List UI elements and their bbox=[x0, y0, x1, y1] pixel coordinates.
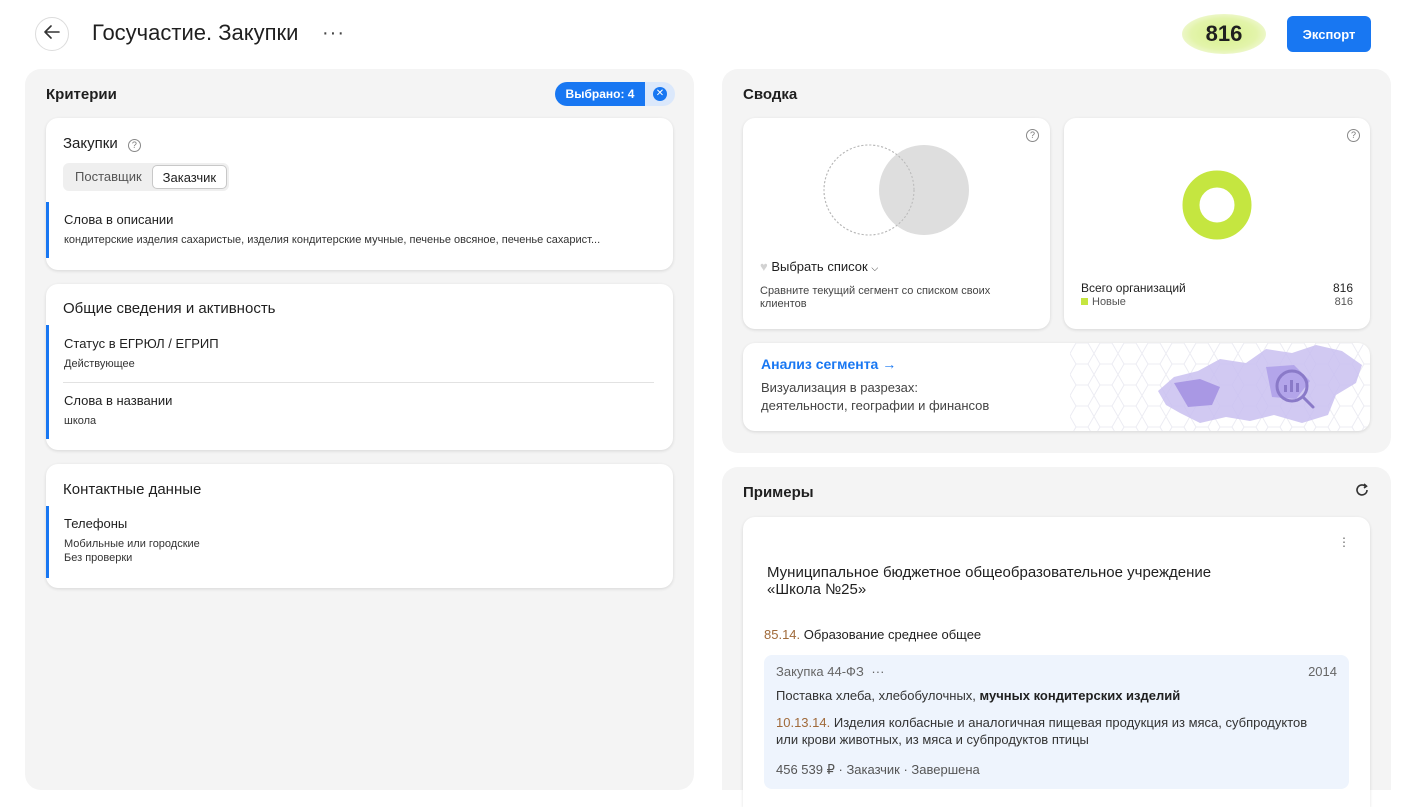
criterion-title: Слова в названии bbox=[64, 393, 173, 408]
criterion-value: Действующее bbox=[64, 358, 135, 370]
select-list-dropdown[interactable]: ♥ Выбрать список ⌵ bbox=[760, 259, 878, 274]
criterion-title: Слова в описании bbox=[64, 212, 174, 227]
card-menu-icon[interactable]: ⋮ bbox=[1338, 535, 1350, 549]
example-org-card[interactable]: ⋮ Муниципальное бюджетное общеобразовате… bbox=[743, 517, 1370, 807]
refresh-icon[interactable] bbox=[1355, 483, 1371, 499]
help-icon[interactable]: ? bbox=[1347, 129, 1360, 142]
criteria-title: Критерии bbox=[46, 86, 117, 103]
general-card-title: Общие сведения и активность bbox=[63, 300, 276, 317]
criterion-value: Мобильные или городские bbox=[64, 538, 200, 550]
clear-selection-button[interactable]: ✕ bbox=[645, 82, 675, 106]
role-segmented-control: Поставщик Заказчик bbox=[63, 163, 230, 191]
total-orgs-value: 816 bbox=[1332, 281, 1353, 295]
segment-analysis-card[interactable]: Анализ сегмента → Визуализация в разреза… bbox=[743, 343, 1370, 431]
tab-customer[interactable]: Заказчик bbox=[151, 165, 228, 189]
page-title: Госучастие. Закупки bbox=[92, 20, 299, 45]
chevron-down-icon: ⌵ bbox=[871, 263, 879, 273]
criterion-phones[interactable]: Телефоны Мобильные или городские Без про… bbox=[46, 506, 656, 578]
new-orgs-value: 816 bbox=[1334, 296, 1353, 308]
criterion-egrul-status[interactable]: Статус в ЕГРЮЛ / ЕГРИП Действующее bbox=[46, 325, 656, 383]
organizations-card: ? Всего организаций 816 Новые 816 bbox=[1064, 118, 1370, 329]
purchase-meta: 456 539 ₽ · Заказчик · Завершена bbox=[776, 762, 980, 777]
legend-swatch bbox=[1081, 298, 1088, 305]
criterion-title: Статус в ЕГРЮЛ / ЕГРИП bbox=[64, 336, 219, 351]
top-bar: Госучастие. Закупки ··· 816 Экспорт bbox=[0, 0, 1418, 68]
result-count-badge: 816 bbox=[1182, 14, 1266, 54]
purchases-card-title: Закупки ? bbox=[63, 135, 141, 152]
venn-diagram-icon bbox=[823, 144, 969, 236]
criterion-value: Без проверки bbox=[64, 552, 133, 564]
criterion-title: Телефоны bbox=[64, 516, 128, 531]
criterion-value: школа bbox=[64, 415, 97, 427]
purchases-card: Закупки ? Поставщик Заказчик Слова в опи… bbox=[46, 118, 673, 270]
contacts-card-title: Контактные данные bbox=[63, 481, 202, 498]
russia-map-illustration bbox=[1070, 343, 1370, 431]
examples-title: Примеры bbox=[743, 484, 814, 501]
summary-title: Сводка bbox=[743, 86, 798, 103]
segment-analysis-desc: Визуализация в разрезах: bbox=[761, 380, 918, 395]
help-icon[interactable]: ? bbox=[1026, 129, 1039, 142]
tab-supplier[interactable]: Поставщик bbox=[65, 165, 152, 189]
compare-list-card: ? ♥ Выбрать список ⌵ Сравните текущий се… bbox=[743, 118, 1050, 329]
criterion-name-words[interactable]: Слова в названии школа bbox=[46, 383, 656, 439]
selected-count-pill[interactable]: Выбрано: 4 bbox=[555, 82, 645, 106]
contacts-card: Контактные данные Телефоны Мобильные или… bbox=[46, 464, 673, 588]
close-icon: ✕ bbox=[653, 87, 667, 101]
export-button[interactable]: Экспорт bbox=[1287, 16, 1371, 52]
purchase-year: 2014 bbox=[1308, 664, 1337, 679]
donut-chart-icon bbox=[1182, 170, 1252, 240]
purchase-type: Закупка 44-ФЗ ··· bbox=[776, 664, 885, 679]
segment-analysis-desc: деятельности, географии и финансов bbox=[761, 398, 990, 413]
org-name: Муниципальное бюджетное общеобразователь… bbox=[767, 564, 1212, 598]
segment-analysis-link[interactable]: Анализ сегмента → bbox=[761, 356, 896, 372]
org-okved: 85.14. Образование среднее общее bbox=[764, 627, 982, 642]
more-options-button[interactable]: ··· bbox=[322, 22, 345, 45]
new-orgs-label: Новые bbox=[1081, 296, 1126, 308]
arrow-left-icon bbox=[44, 24, 60, 44]
total-orgs-label: Всего организаций bbox=[1081, 281, 1186, 295]
criterion-value: кондитерские изделия сахаристые, изделия… bbox=[64, 234, 601, 246]
general-info-card: Общие сведения и активность Статус в ЕГР… bbox=[46, 284, 673, 450]
back-button[interactable] bbox=[35, 17, 69, 51]
purchase-more-button[interactable]: ··· bbox=[871, 664, 884, 679]
purchase-subject: Поставка хлеба, хлебобулочных, мучных ко… bbox=[776, 688, 1181, 703]
criterion-description-words[interactable]: Слова в описании кондитерские изделия са… bbox=[46, 202, 673, 258]
purchase-block[interactable]: Закупка 44-ФЗ ··· 2014 Поставка хлеба, х… bbox=[764, 655, 1349, 789]
help-icon[interactable]: ? bbox=[127, 139, 141, 152]
compare-description: Сравните текущий сегмент со списком свои… bbox=[760, 285, 991, 310]
heart-icon: ♥ bbox=[760, 259, 768, 274]
purchase-okpd: 10.13.14. Изделия колбасные и аналогична… bbox=[776, 715, 1308, 747]
